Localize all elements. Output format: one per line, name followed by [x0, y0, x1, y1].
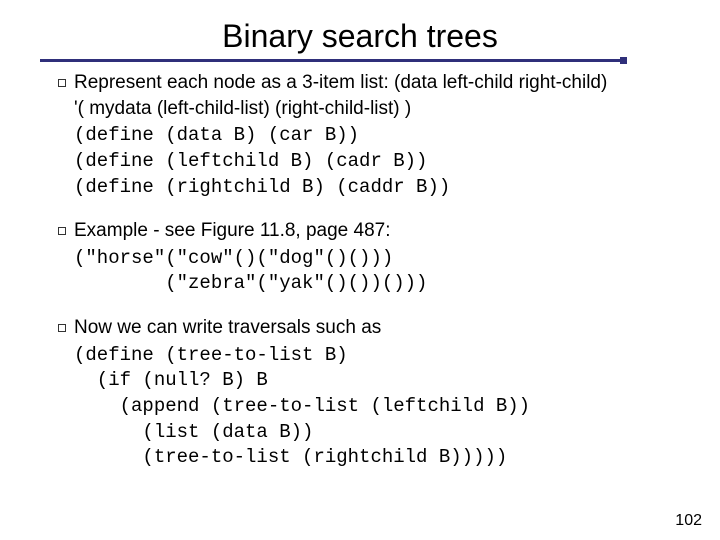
- list-item: Now we can write traversals such as (def…: [58, 315, 680, 471]
- code-block: (define (data B) (car B)) (define (leftc…: [74, 123, 680, 200]
- list-item: Example - see Figure 11.8, page 487: ("h…: [58, 218, 680, 297]
- code-block: (define (tree-to-list B) (if (null? B) B…: [74, 343, 680, 471]
- item-text-line: Represent each node as a 3-item list: (d…: [74, 70, 680, 96]
- slide-title: Binary search trees: [40, 18, 680, 55]
- slide: Binary search trees Represent each node …: [0, 0, 720, 540]
- title-underline: [40, 59, 620, 62]
- bullet-list: Represent each node as a 3-item list: (d…: [40, 70, 680, 471]
- code-block: ("horse"("cow"()("dog"()())) ("zebra"("y…: [74, 246, 680, 297]
- item-text-line: '( mydata (left-child-list) (right-child…: [74, 96, 680, 122]
- page-number: 102: [675, 512, 702, 530]
- list-item: Represent each node as a 3-item list: (d…: [58, 70, 680, 200]
- item-text-line: Example - see Figure 11.8, page 487:: [74, 218, 680, 244]
- item-text-line: Now we can write traversals such as: [74, 315, 680, 341]
